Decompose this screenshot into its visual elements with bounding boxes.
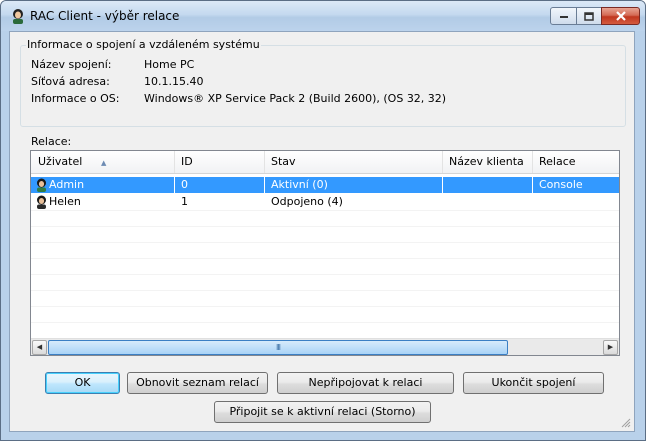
row-divider (31, 226, 619, 227)
maximize-button[interactable] (576, 7, 602, 25)
app-window: RAC Client - výběr relace Informace o sp… (0, 0, 646, 441)
session-user: Admin (44, 177, 175, 193)
session-user: Helen (49, 195, 81, 208)
close-button[interactable] (601, 7, 640, 25)
os-info-value: Windows® XP Service Pack 2 (Build 2600),… (144, 92, 447, 105)
row-divider (31, 258, 619, 259)
refresh-sessions-button[interactable]: Obnovit seznam relací (127, 372, 268, 394)
column-header-state[interactable]: Stav (265, 151, 443, 173)
connect-active-session-button[interactable]: Připojit se k aktivní relaci (Storno) (214, 401, 431, 423)
session-name: Console (539, 178, 583, 191)
network-address-label: Síťová adresa: (31, 75, 110, 88)
user-icon (13, 9, 23, 24)
dialog-client-area: Informace o spojení a vzdáleném systému … (9, 31, 635, 432)
column-id-label: ID (181, 155, 193, 168)
minimize-icon (559, 16, 568, 18)
row-divider (31, 242, 619, 243)
sessions-label: Relace: (31, 135, 72, 148)
scrollbar-grip: III (275, 343, 281, 352)
close-icon (615, 11, 626, 21)
ok-button[interactable]: OK (45, 372, 120, 394)
end-connection-button[interactable]: Ukončit spojení (463, 372, 604, 394)
scrollbar-thumb[interactable]: III (48, 340, 508, 355)
maximize-icon (584, 11, 594, 21)
column-header-client[interactable]: Název klienta (443, 151, 533, 173)
column-user-label: Uživatel (38, 155, 83, 168)
minimize-button[interactable] (550, 7, 577, 25)
session-id: 0 (175, 177, 265, 193)
connection-info-group: Informace o spojení a vzdáleném systému … (20, 38, 626, 127)
row-divider (31, 210, 619, 211)
session-client (443, 194, 533, 210)
scroll-left-icon: ◀ (36, 343, 43, 351)
session-client (443, 177, 533, 193)
row-divider (31, 290, 619, 291)
scroll-right-button[interactable]: ▶ (603, 340, 618, 355)
session-state: Aktivní (0) (265, 177, 443, 193)
column-header-id[interactable]: ID (175, 151, 265, 173)
do-not-connect-button[interactable]: Nepřipojovat k relaci (277, 372, 454, 394)
sort-ascending-icon: ▲ (101, 159, 107, 167)
row-divider (31, 306, 619, 307)
sessions-header: Uživatel ▲ ID Stav Název klienta Relace (31, 151, 619, 174)
column-session-label: Relace (539, 155, 576, 168)
connection-info-legend: Informace o spojení a vzdáleném systému (26, 38, 261, 51)
network-address-value: 10.1.15.40 (144, 75, 204, 88)
row-divider (31, 322, 619, 323)
column-header-session[interactable]: Relace (533, 151, 619, 173)
scroll-right-icon: ▶ (607, 343, 614, 351)
resize-grip-icon[interactable] (621, 418, 631, 428)
scroll-left-button[interactable]: ◀ (32, 340, 47, 355)
column-header-user[interactable]: Uživatel ▲ (31, 151, 175, 173)
connection-name-label: Název spojení: (31, 58, 112, 71)
column-state-label: Stav (271, 155, 296, 168)
session-name (533, 194, 619, 210)
title-bar[interactable]: RAC Client - výběr relace (1, 1, 645, 31)
session-state: Odpojeno (4) (271, 195, 343, 208)
session-row-admin[interactable]: Admin 0 Aktivní (0) Console (31, 177, 619, 193)
horizontal-scrollbar[interactable]: ◀ III ▶ (31, 338, 619, 355)
column-client-label: Název klienta (449, 155, 524, 168)
row-divider (31, 274, 619, 275)
os-info-label: Informace o OS: (31, 92, 120, 105)
connection-name-value: Home PC (144, 58, 195, 71)
window-title: RAC Client - výběr relace (30, 9, 180, 23)
session-id: 1 (181, 195, 188, 208)
sessions-list[interactable]: Uživatel ▲ ID Stav Název klienta Relace … (30, 150, 620, 356)
session-row-helen[interactable]: Helen 1 Odpojeno (4) (31, 194, 619, 210)
